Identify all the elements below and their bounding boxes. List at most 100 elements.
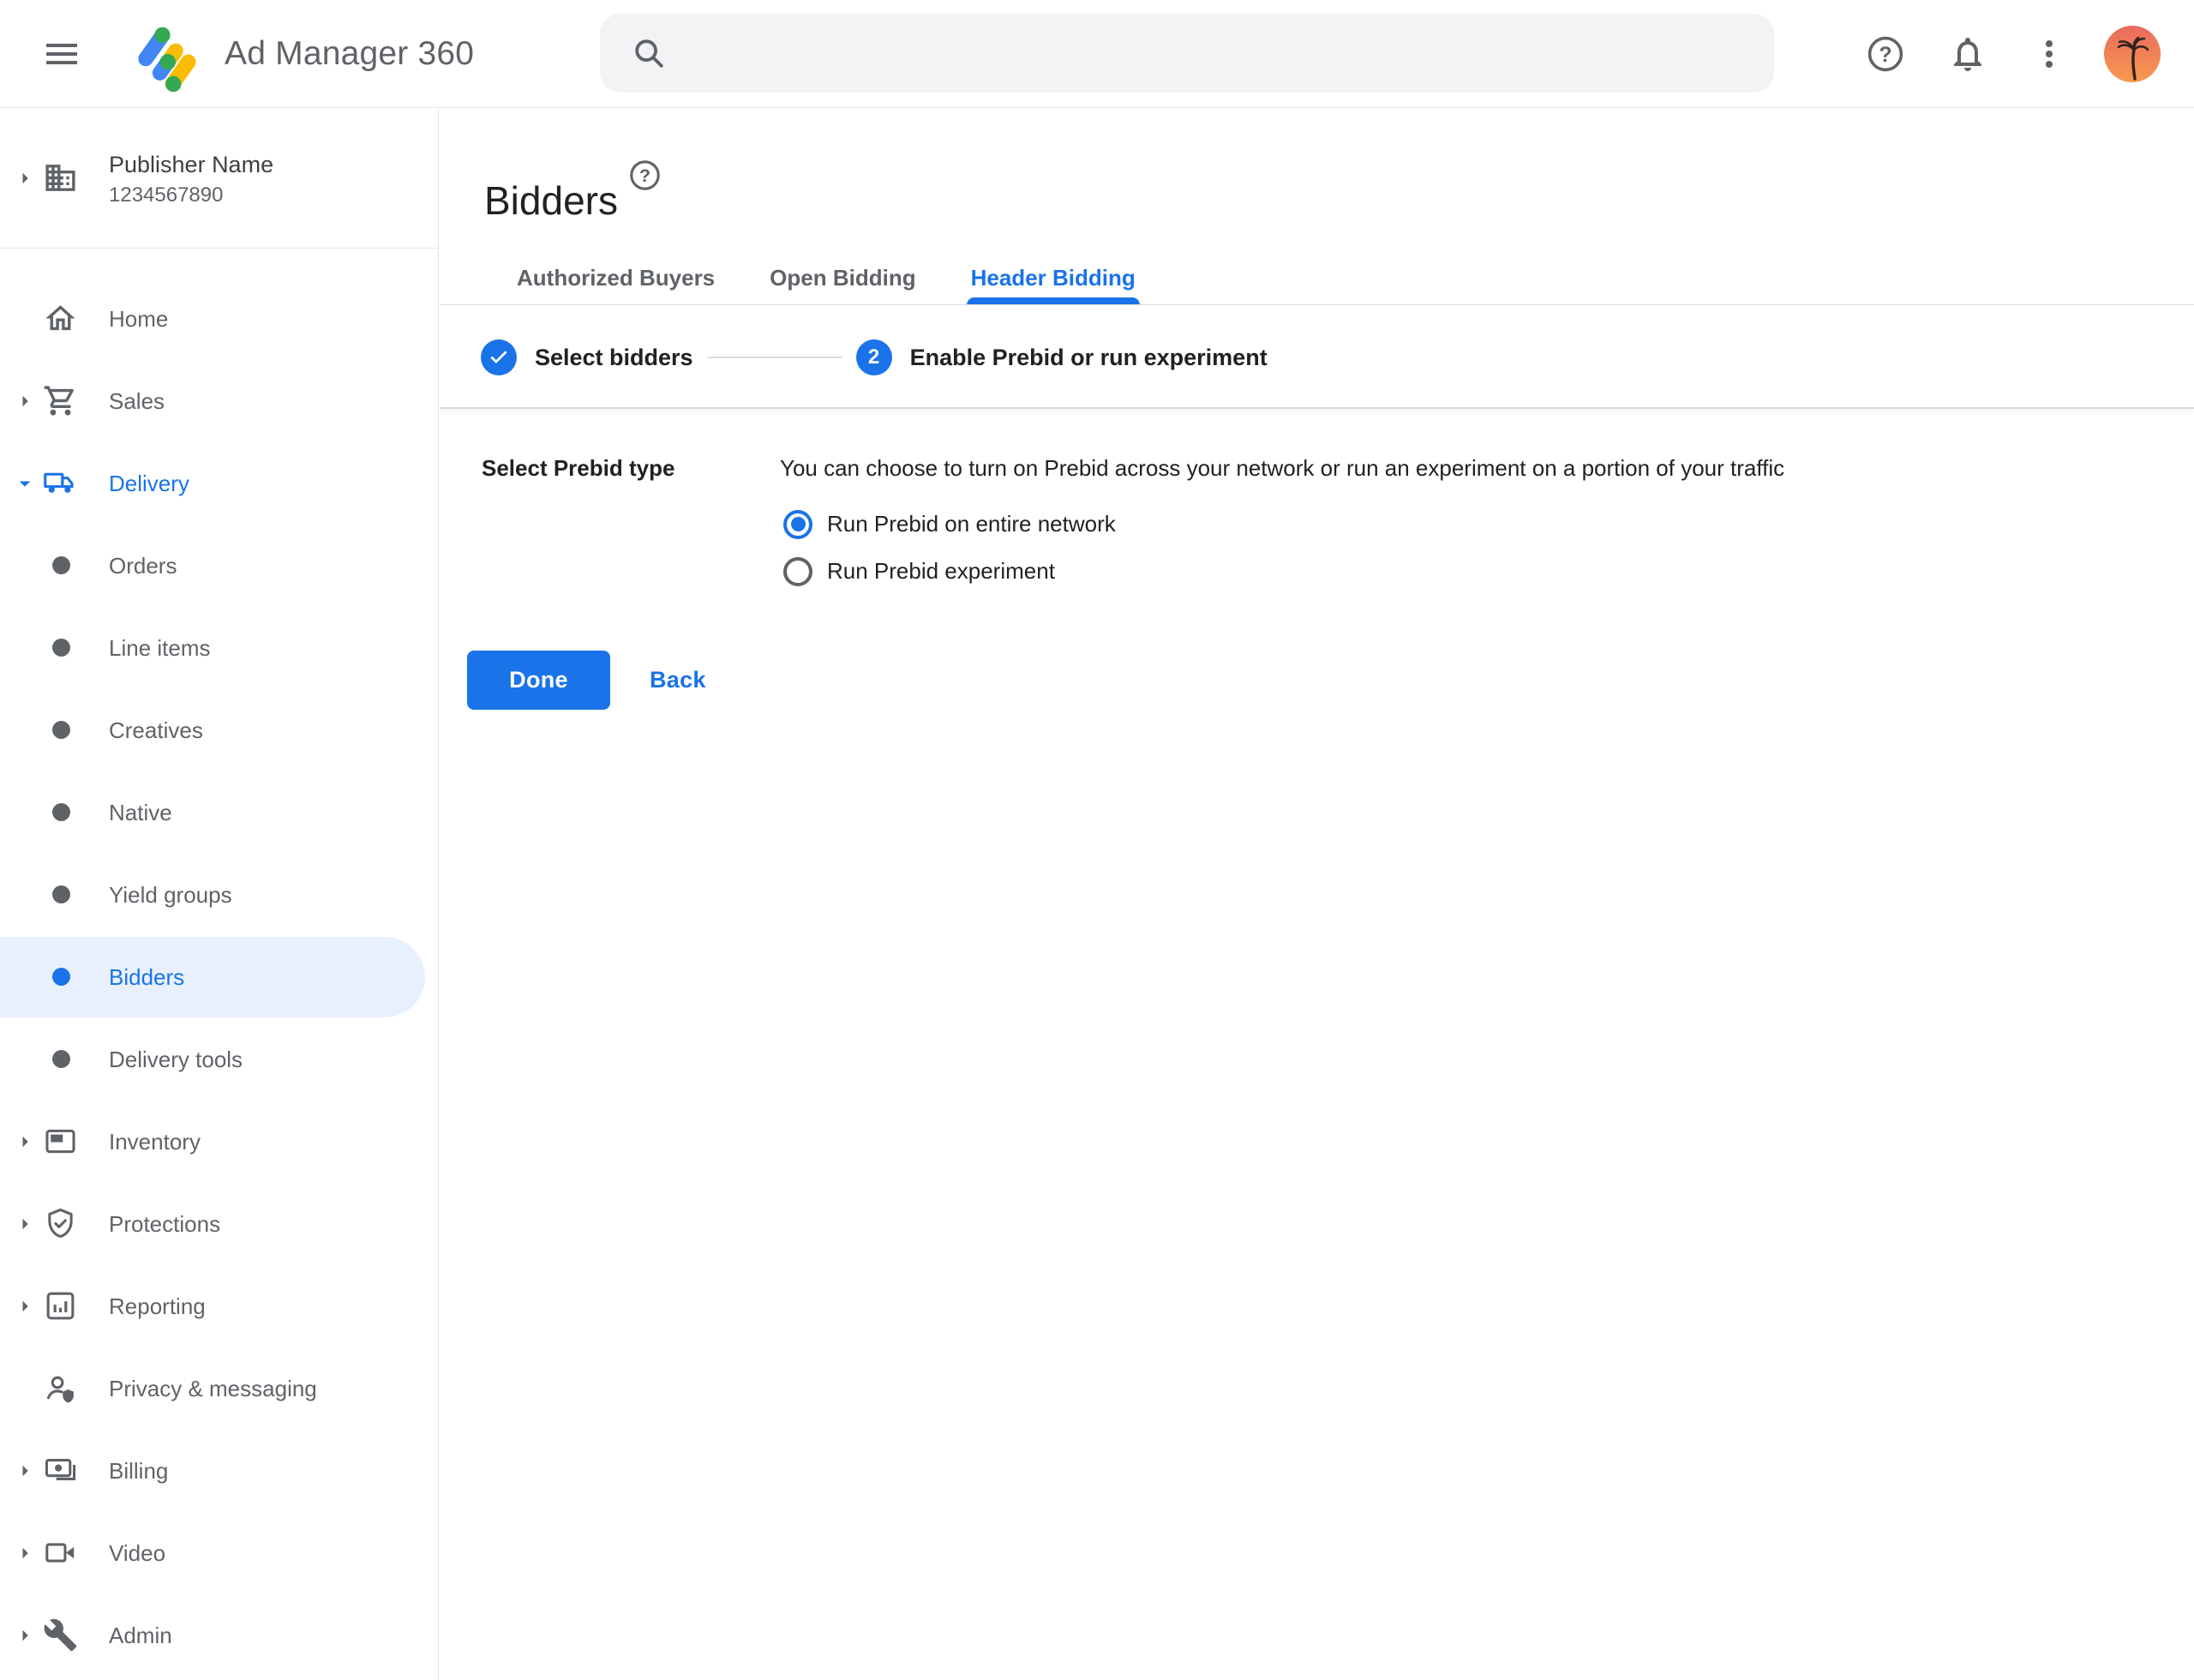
arrow-right-icon bbox=[12, 388, 38, 414]
radio-unselected-icon[interactable] bbox=[783, 557, 812, 586]
radio-selected-icon[interactable] bbox=[783, 510, 812, 539]
menu-button[interactable] bbox=[41, 33, 82, 75]
stepper: Select bidders 2 Enable Prebid or run expe… bbox=[481, 339, 1268, 375]
done-button[interactable]: Done bbox=[467, 651, 610, 710]
arrow-right-icon bbox=[12, 1129, 38, 1155]
help-button[interactable]: ? bbox=[1865, 33, 1906, 75]
arrow-right-icon bbox=[12, 165, 38, 191]
sidebar-item-protections[interactable]: Protections bbox=[0, 1183, 438, 1265]
arrow-right-icon bbox=[12, 1211, 38, 1237]
bullet-icon bbox=[52, 968, 70, 986]
notifications-button[interactable] bbox=[1947, 33, 1988, 75]
menu-icon bbox=[41, 33, 82, 75]
sidebar-item-label: Delivery tools bbox=[109, 1018, 243, 1101]
back-button[interactable]: Back bbox=[639, 656, 716, 704]
step-1-select-bidders[interactable]: Select bidders bbox=[481, 339, 693, 375]
sidebar-item-label: Privacy & messaging bbox=[109, 1347, 317, 1430]
payments-icon bbox=[43, 1453, 78, 1488]
inventory-icon bbox=[43, 1124, 78, 1159]
sidebar-item-admin[interactable]: Admin bbox=[0, 1594, 438, 1677]
wrench-icon bbox=[43, 1617, 78, 1653]
step-label: Enable Prebid or run experiment bbox=[910, 345, 1268, 371]
sidebar-item-line-items[interactable]: Line items bbox=[0, 607, 438, 689]
publisher-name: Publisher Name bbox=[109, 150, 273, 179]
sidebar-item-label: Billing bbox=[109, 1430, 168, 1512]
sidebar-item-label: Orders bbox=[109, 525, 177, 607]
tab-bar: Authorized Buyers Open Bidding Header Bidd… bbox=[489, 252, 1163, 304]
sidebar-item-reporting[interactable]: Reporting bbox=[0, 1265, 438, 1347]
sidebar-item-video[interactable]: Video bbox=[0, 1512, 438, 1594]
radio-option-run-prebid-on-entire-network[interactable]: Run Prebid on entire network bbox=[783, 501, 1555, 548]
page-title-help-button[interactable]: ? bbox=[627, 158, 662, 193]
sidebar-item-delivery[interactable]: Delivery bbox=[0, 442, 438, 525]
page-title: Bidders bbox=[484, 176, 618, 225]
sidebar-nav: HomeSalesDeliveryOrdersLine itemsCreativ… bbox=[0, 278, 438, 1677]
radio-option-label: Run Prebid on entire network bbox=[827, 511, 1116, 537]
sidebar-item-inventory[interactable]: Inventory bbox=[0, 1101, 438, 1183]
shield-check-icon bbox=[43, 1206, 78, 1241]
main-content: Bidders ? Authorized Buyers Open Bidding H… bbox=[440, 109, 2194, 1680]
radio-option-run-prebid-experiment[interactable]: Run Prebid experiment bbox=[783, 548, 1555, 595]
radio-option-label: Run Prebid experiment bbox=[827, 558, 1055, 585]
sidebar-item-home[interactable]: Home bbox=[0, 278, 438, 360]
arrow-right-icon bbox=[12, 1540, 38, 1566]
tab-bar-divider bbox=[440, 304, 2194, 305]
ad-manager-logo-icon bbox=[127, 15, 206, 93]
step-completed-check-icon bbox=[481, 339, 517, 375]
cart-icon bbox=[43, 383, 78, 418]
sidebar-item-label: Admin bbox=[109, 1594, 172, 1677]
sidebar-item-label: Line items bbox=[109, 607, 211, 689]
sidebar-divider bbox=[0, 248, 438, 249]
sidebar-item-bidders[interactable]: Bidders bbox=[0, 936, 438, 1018]
more-options-button[interactable] bbox=[2029, 33, 2070, 75]
tab-authorized-buyers[interactable]: Authorized Buyers bbox=[489, 252, 742, 304]
sidebar-item-orders[interactable]: Orders bbox=[0, 525, 438, 607]
sidebar-item-creatives[interactable]: Creatives bbox=[0, 689, 438, 771]
top-app-bar: Ad Manager 360 ? bbox=[0, 0, 2194, 108]
videocam-icon bbox=[43, 1535, 78, 1570]
tab-label: Open Bidding bbox=[770, 265, 915, 291]
notifications-icon bbox=[1947, 33, 1988, 75]
sidebar-item-label: Delivery bbox=[109, 442, 189, 525]
svg-text:?: ? bbox=[1879, 43, 1891, 67]
home-icon bbox=[43, 301, 78, 336]
prebid-type-description: You can choose to turn on Prebid across … bbox=[780, 453, 1784, 483]
sidebar-item-sales[interactable]: Sales bbox=[0, 360, 438, 442]
sidebar-item-yield-groups[interactable]: Yield groups bbox=[0, 854, 438, 936]
sidebar-item-label: Sales bbox=[109, 360, 165, 442]
search-bar[interactable] bbox=[600, 14, 1774, 93]
product-name: Ad Manager 360 bbox=[225, 0, 474, 108]
avatar[interactable] bbox=[2104, 26, 2161, 82]
bullet-icon bbox=[52, 639, 70, 657]
publisher-selector[interactable]: Publisher Name 1234567890 bbox=[0, 109, 438, 248]
step-2-enable-prebid-or-run-experiment[interactable]: 2 Enable Prebid or run experiment bbox=[856, 339, 1268, 375]
app-window: Ad Manager 360 ? bbox=[0, 0, 2194, 1680]
search-input[interactable] bbox=[691, 38, 1748, 69]
sidebar-item-label: Native bbox=[109, 771, 172, 854]
arrow-right-icon bbox=[12, 1458, 38, 1484]
bullet-icon bbox=[52, 885, 70, 903]
sidebar-item-billing[interactable]: Billing bbox=[0, 1430, 438, 1512]
sidebar-item-label: Creatives bbox=[109, 689, 203, 771]
help-icon: ? bbox=[627, 158, 662, 193]
sidebar-item-privacy-messaging[interactable]: Privacy & messaging bbox=[0, 1347, 438, 1430]
sidebar-item-native[interactable]: Native bbox=[0, 771, 438, 854]
bullet-icon bbox=[52, 803, 70, 821]
step-number: 2 bbox=[856, 339, 892, 375]
sidebar-item-delivery-tools[interactable]: Delivery tools bbox=[0, 1018, 438, 1101]
bullet-icon bbox=[52, 556, 70, 574]
bar-chart-icon bbox=[43, 1288, 78, 1323]
publisher-account-id: 1234567890 bbox=[109, 183, 223, 208]
tab-open-bidding[interactable]: Open Bidding bbox=[742, 252, 943, 304]
building-icon bbox=[43, 160, 78, 195]
bullet-icon bbox=[52, 1050, 70, 1068]
sidebar-item-label: Bidders bbox=[109, 936, 184, 1018]
sidebar-item-label: Reporting bbox=[109, 1265, 206, 1347]
more-vert-icon bbox=[2029, 33, 2070, 75]
content-divider bbox=[440, 407, 2194, 409]
arrow-right-icon bbox=[12, 1623, 38, 1648]
svg-text:?: ? bbox=[639, 165, 650, 186]
tab-header-bidding[interactable]: Header Bidding bbox=[944, 252, 1163, 304]
sidebar-item-label: Protections bbox=[109, 1183, 220, 1265]
prebid-type-label: Select Prebid type bbox=[482, 453, 674, 483]
